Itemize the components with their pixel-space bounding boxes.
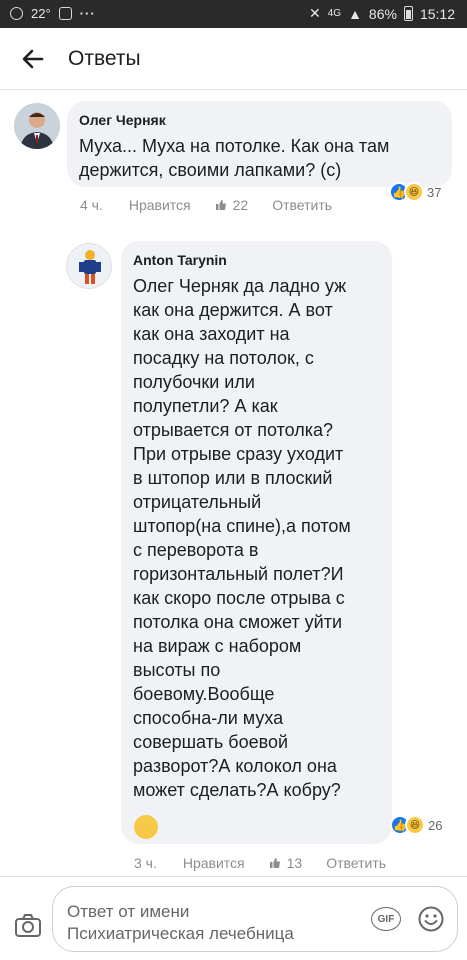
reply-input[interactable]: Ответ от имени Психиатрическая лечебница… xyxy=(52,886,458,952)
likes-count: 13 xyxy=(269,855,303,871)
reply-time: 3 ч. xyxy=(134,855,157,871)
status-left: 22° ··· xyxy=(10,6,96,21)
app-header: Ответы xyxy=(0,28,467,90)
back-arrow-icon[interactable] xyxy=(18,44,48,74)
reply-text: Олег Черняк да ладно уж как она держится… xyxy=(133,276,351,800)
battery-icon xyxy=(403,6,413,21)
instagram-icon xyxy=(58,7,72,20)
haha-reaction-icon: 😆 xyxy=(405,815,425,835)
likes-count: 22 xyxy=(215,197,249,213)
thinking-emoji-icon xyxy=(134,815,158,839)
reply-composer: Ответ от имени Психиатрическая лечебница… xyxy=(0,876,467,960)
comment-reactions[interactable]: 👍 😆 37 xyxy=(389,182,441,202)
reply-reactions[interactable]: 👍 😆 26 xyxy=(390,815,442,835)
like-button[interactable]: Нравится xyxy=(129,197,191,213)
temperature: 22° xyxy=(31,6,51,21)
battery-percent: 86% xyxy=(368,5,397,22)
reply-author[interactable]: Anton Tarynin xyxy=(133,252,380,268)
thumbs-up-icon xyxy=(215,200,226,210)
likes-number: 22 xyxy=(232,197,249,213)
status-bar: 22° ··· ✕ 4G ▲ 86% 15:12 xyxy=(0,0,467,28)
reply-actions: 3 ч. Нравится 13 Ответить xyxy=(134,855,386,871)
person-avatar-icon xyxy=(67,244,111,288)
page-title: Ответы xyxy=(68,47,141,70)
network-type: 4G xyxy=(327,8,342,19)
avatar[interactable] xyxy=(14,103,60,149)
likes-number: 13 xyxy=(286,855,303,871)
haha-reaction-icon: 😆 xyxy=(404,182,424,202)
reaction-count: 26 xyxy=(428,817,443,833)
reply-bubble[interactable]: Anton Tarynin Олег Черняк да ладно уж ка… xyxy=(121,241,392,844)
comment-bubble[interactable]: Олег Черняк Муха... Муха на потолке. Как… xyxy=(67,101,452,187)
mute-icon: ✕ xyxy=(308,5,321,21)
reply-button[interactable]: Ответить xyxy=(272,197,332,213)
comment-actions: 4 ч. Нравится 22 Ответить xyxy=(80,197,332,213)
person-avatar-icon xyxy=(14,103,60,149)
like-button[interactable]: Нравится xyxy=(183,855,245,871)
reaction-count: 37 xyxy=(427,184,442,200)
avatar[interactable] xyxy=(66,243,112,289)
reply-button[interactable]: Ответить xyxy=(326,855,386,871)
signal-icon: ▲ xyxy=(348,5,362,22)
more-notifications-icon: ··· xyxy=(79,6,96,21)
clock: 15:12 xyxy=(419,5,455,22)
comment-author[interactable]: Олег Черняк xyxy=(79,112,440,128)
gif-button[interactable]: GIF xyxy=(371,907,401,931)
weather-icon xyxy=(10,7,23,20)
emoji-icon[interactable] xyxy=(417,905,445,933)
comment-time: 4 ч. xyxy=(80,197,103,213)
camera-icon[interactable] xyxy=(14,913,42,939)
reply-input-placeholder: Ответ от имени Психиатрическая лечебница xyxy=(67,902,294,943)
status-right: ✕ 4G ▲ 86% 15:12 xyxy=(309,5,455,22)
comment-text: Муха... Муха на потолке. Как она там дер… xyxy=(79,136,390,180)
thumbs-up-icon xyxy=(269,858,280,868)
